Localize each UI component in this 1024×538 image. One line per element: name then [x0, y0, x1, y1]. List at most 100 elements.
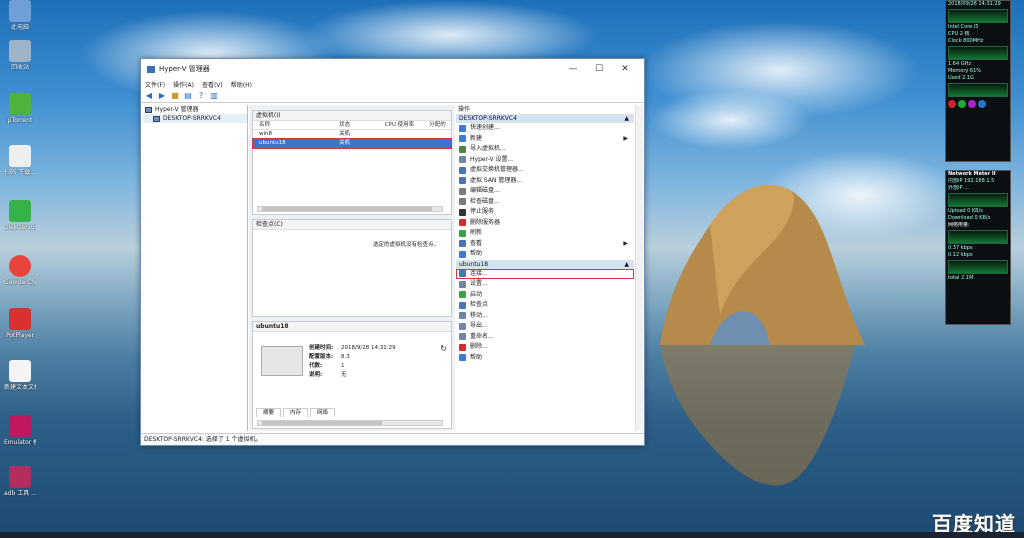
host-action-item[interactable]: 编辑磁盘... [456, 186, 634, 197]
desktop-icon-this-pc[interactable]: 此电脑 [4, 0, 36, 31]
host-action-item[interactable]: 虚拟 SAN 管理器... [456, 176, 634, 187]
menu-action[interactable]: 操作(A) [173, 80, 194, 89]
vm-action-item[interactable]: 导出... [456, 321, 634, 332]
vm-action-item[interactable]: 删除... [456, 342, 634, 353]
desktop-icon-emulator[interactable]: Emulator 模拟器 [4, 415, 36, 446]
menu-file[interactable]: 文件(F) [145, 80, 165, 89]
actions-vertical-scrollbar[interactable] [635, 105, 643, 431]
collapse-icon[interactable]: ▲ [624, 260, 629, 269]
maximize-button[interactable]: ☐ [586, 64, 612, 74]
host-action-item[interactable]: 快速创建... [456, 123, 634, 134]
scroll-thumb[interactable] [262, 421, 382, 425]
netmon-line: 外部IP ... [948, 185, 969, 191]
vm-row-selected[interactable]: ubuntu18 关机 [252, 138, 452, 149]
vm-action-item[interactable]: 重命名... [456, 332, 634, 343]
host-action-item[interactable]: 虚拟交换机管理器... [456, 165, 634, 176]
widget-line: Memory 61% [948, 68, 982, 74]
actions-host-section[interactable]: DESKTOP-SRRKVC4 ▲ [456, 114, 634, 123]
desktop-icon-chrome[interactable]: Google Chrome [4, 255, 36, 286]
hyperv-manager-window[interactable]: Hyper-V 管理器 — ☐ ✕ 文件(F) 操作(A) 查看(V) 帮助(H… [140, 58, 645, 446]
host-action-item[interactable]: 停止服务 [456, 207, 634, 218]
checkpoint-panel: 检查点(C) 选定的虚拟机没有检查点。 [252, 219, 452, 317]
detail-horizontal-scrollbar[interactable] [257, 420, 443, 426]
desktop-icon-recycle-bin[interactable]: 回收站 [4, 40, 36, 71]
menu-view[interactable]: 查看(V) [202, 80, 223, 89]
tab-memory[interactable]: 内存 [283, 408, 309, 417]
menu-bar: 文件(F) 操作(A) 查看(V) 帮助(H) [141, 79, 644, 89]
system-monitor-widget[interactable]: 2018/09/28 14:31:29 Intel Core i5 CPU 2 … [945, 0, 1011, 162]
host-action-item[interactable]: 刷新 [456, 228, 634, 239]
netmon-line: Upload 0 KB/s [948, 208, 983, 214]
host-action-item[interactable]: 检查磁盘... [456, 197, 634, 208]
vm-action-item[interactable]: 帮助 [456, 353, 634, 364]
panel-icon[interactable]: ▥ [209, 91, 219, 101]
host-action-item[interactable]: 帮助 [456, 249, 634, 260]
desktop-icon-potplayer[interactable]: PotPlayer [4, 308, 36, 339]
widget-line: Intel Core i5 [948, 24, 979, 30]
collapse-icon[interactable]: ▲ [624, 114, 629, 123]
desktop-icon-text-doc[interactable]: 新建文本文档 [4, 360, 36, 391]
action-icon [459, 208, 466, 216]
power-icon[interactable] [958, 100, 966, 108]
desktop-icon-diskgenius[interactable]: DiskGenius [4, 200, 36, 231]
menu-help[interactable]: 帮助(H) [231, 80, 252, 89]
vm-memory [429, 139, 451, 148]
minimize-button[interactable]: — [560, 64, 586, 74]
rock-reflection-image [660, 345, 855, 486]
desktop-icon-qr[interactable]: 扫码 下载... [4, 145, 36, 176]
tab-summary[interactable]: 摘要 [256, 408, 282, 417]
vm-horizontal-scrollbar[interactable] [257, 206, 443, 212]
properties-icon[interactable]: ▤ [183, 91, 193, 101]
action-icon [459, 135, 466, 143]
adb-icon [9, 466, 31, 488]
action-label: 查看 [470, 239, 483, 247]
tab-network[interactable]: 网络 [310, 408, 336, 417]
refresh-icon[interactable]: ↻ [440, 344, 447, 353]
column-state[interactable]: 状态 [339, 121, 385, 129]
host-action-item[interactable]: 新建 ▶ [456, 134, 634, 145]
help-icon[interactable]: ? [196, 91, 206, 101]
host-action-item[interactable]: 查看 ▶ [456, 239, 634, 250]
qr-code-icon [9, 145, 31, 167]
back-icon[interactable]: ◀ [144, 91, 154, 101]
tree-host[interactable]: DESKTOP-SRRKVC4 [143, 114, 247, 123]
desktop-icon-utorrent[interactable]: µTorrent [4, 93, 36, 124]
actions-vm-section[interactable]: ubuntu18 ▲ [456, 259, 634, 269]
action-icon [459, 229, 466, 237]
tree-root[interactable]: Hyper-V 管理器 [143, 105, 247, 114]
vm-action-item[interactable]: 检查点 [456, 300, 634, 311]
forward-icon[interactable]: ▶ [157, 91, 167, 101]
title-bar[interactable]: Hyper-V 管理器 — ☐ ✕ [141, 59, 644, 79]
vm-action-item[interactable]: 启动 [456, 290, 634, 301]
widget-line: 1.64 GHz [948, 61, 971, 67]
vm-cpu [385, 130, 430, 139]
scroll-thumb[interactable] [262, 207, 432, 211]
emulator-icon [9, 415, 31, 437]
power-icon[interactable] [968, 100, 976, 108]
column-memory[interactable]: 分配的 [429, 121, 451, 129]
utorrent-icon [9, 93, 31, 115]
vm-action-item[interactable]: 移动... [456, 311, 634, 322]
host-action-item[interactable]: 导入虚拟机... [456, 144, 634, 155]
detail-row: 代数: 1 [309, 362, 396, 371]
desktop-icon-adb[interactable]: adb 工具 ... [4, 466, 36, 497]
vm-row[interactable]: win8 关机 [253, 130, 451, 139]
power-icon[interactable] [948, 100, 956, 108]
power-icon[interactable] [978, 100, 986, 108]
network-meter-widget[interactable]: Network Meter II 内部IP 192.168.1.5 外部IP .… [945, 170, 1011, 325]
folder-icon[interactable]: ■ [170, 91, 180, 101]
vm-action-item[interactable]: 设置... [456, 279, 634, 290]
vm-action-item[interactable]: 连接... [456, 268, 634, 279]
column-name[interactable]: 名称 [253, 121, 339, 129]
column-cpu[interactable]: CPU 使用率 [385, 121, 430, 129]
close-button[interactable]: ✕ [612, 64, 638, 74]
vm-section-title: ubuntu18 [459, 260, 489, 268]
memory-graph [948, 83, 1008, 97]
detail-value: 无 [341, 372, 347, 378]
taskbar[interactable] [0, 532, 1024, 538]
action-icon [459, 240, 466, 248]
detail-label: 配置版本: [309, 354, 334, 360]
action-icon [459, 145, 466, 153]
host-action-item[interactable]: 删除服务器 [456, 218, 634, 229]
host-action-item[interactable]: Hyper-V 设置... [456, 155, 634, 166]
